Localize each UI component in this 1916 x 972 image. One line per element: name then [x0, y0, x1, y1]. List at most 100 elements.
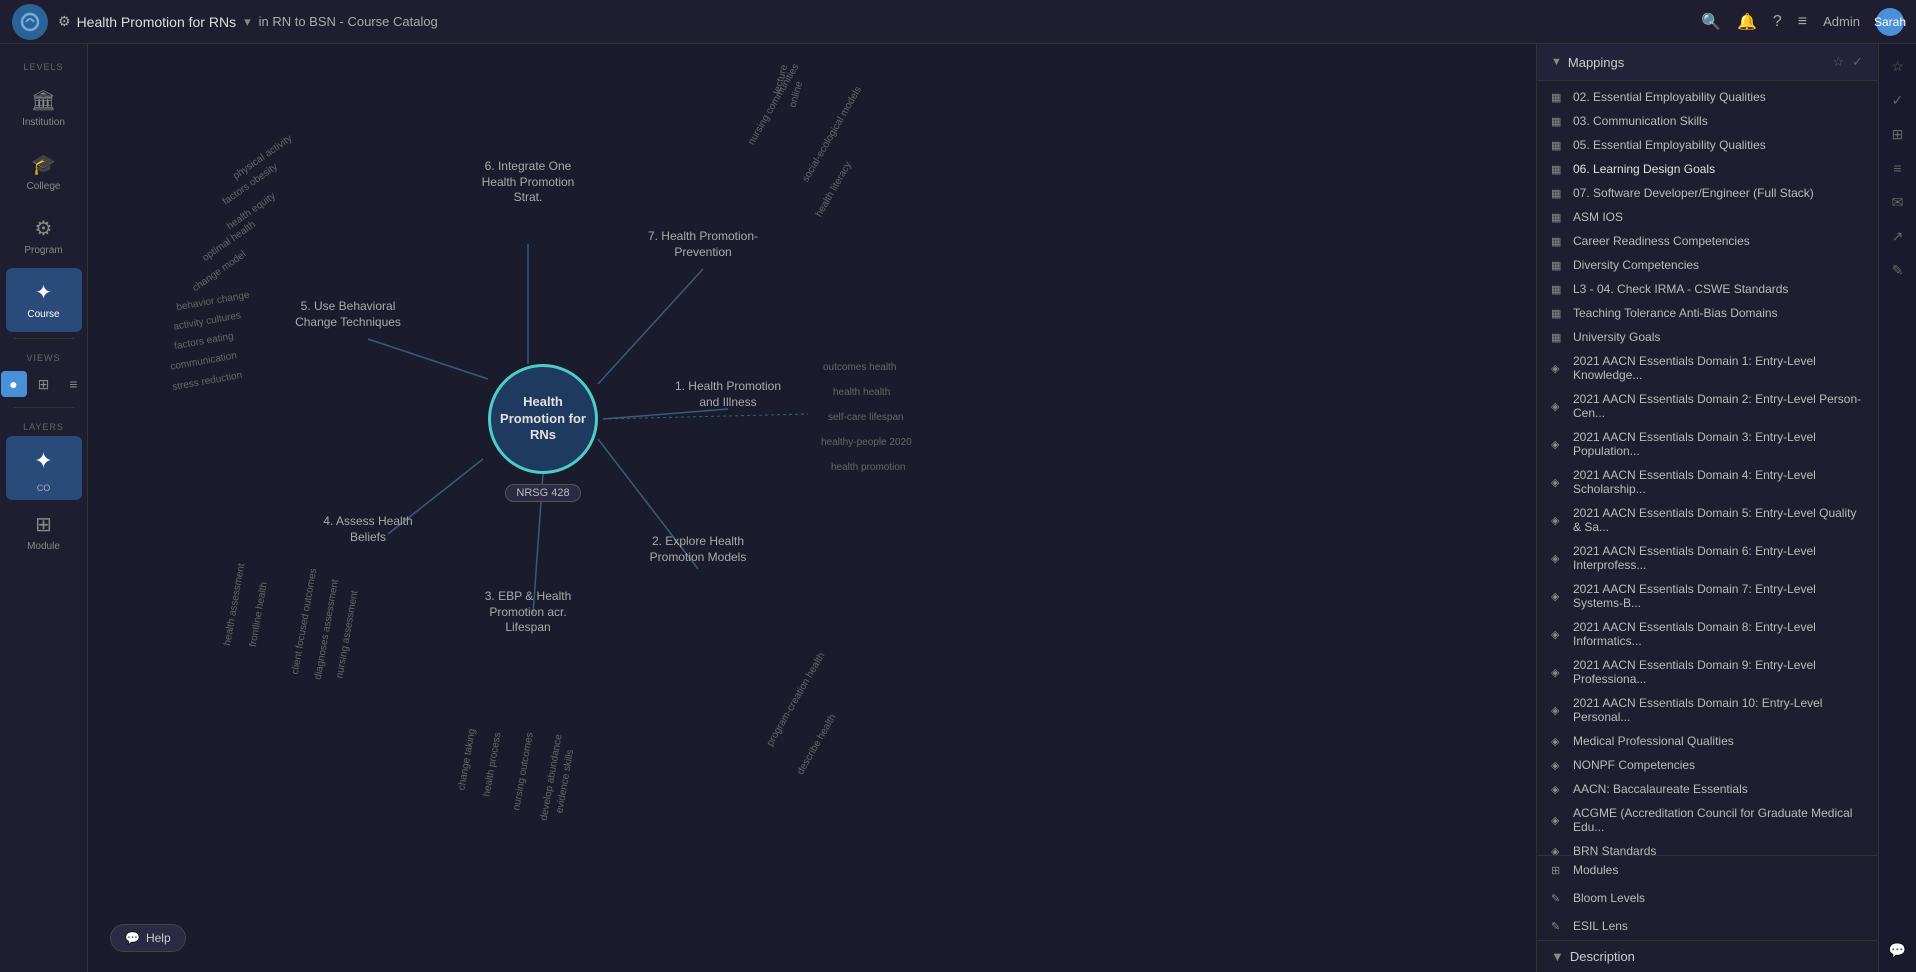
mappings-title: Mappings: [1568, 55, 1624, 70]
branch-node-6[interactable]: 6. Integrate One Health Promotion Strat.: [468, 159, 588, 206]
help-button[interactable]: 💬 Help: [110, 924, 186, 952]
branch-node-3[interactable]: 3. EBP & Health Promotion acr. Lifespan: [468, 589, 588, 636]
page-title: Health Promotion for RNs: [77, 14, 237, 30]
branch-node-2[interactable]: 2. Explore Health Promotion Models: [638, 534, 758, 565]
right-icon-chat[interactable]: 💬: [1884, 936, 1912, 964]
layers-item-co[interactable]: ✦ CO: [6, 436, 82, 500]
mapping-item-m24[interactable]: ◈AACN: Baccalaureate Essentials: [1537, 777, 1877, 801]
mappings-header[interactable]: ▼ Mappings ☆ ✓: [1537, 44, 1877, 81]
central-node[interactable]: Health Promotion for RNs: [488, 364, 598, 474]
branch-node-5[interactable]: 5. Use Behavioral Change Techniques: [288, 299, 408, 330]
mapping-item-m8[interactable]: ▦Diversity Competencies: [1537, 253, 1877, 277]
branch-node-1[interactable]: 1. Health Promotion and Illness: [668, 379, 788, 410]
right-icon-list[interactable]: ≡: [1884, 154, 1912, 182]
user-avatar[interactable]: Sarah: [1876, 8, 1904, 36]
mapping-item-m25[interactable]: ◈ACGME (Accreditation Council for Gradua…: [1537, 801, 1877, 839]
layers-item-module[interactable]: ⊞ Module: [6, 500, 82, 564]
mapping-label-m7: Career Readiness Competencies: [1573, 234, 1750, 248]
mapping-icon-m9: ▦: [1551, 283, 1565, 296]
mappings-check-icon[interactable]: ✓: [1852, 54, 1863, 70]
mapping-item-m11[interactable]: ▦University Goals: [1537, 325, 1877, 349]
mapping-item-m21[interactable]: ◈2021 AACN Essentials Domain 10: Entry-L…: [1537, 691, 1877, 729]
mapping-item-m15[interactable]: ◈ 2021 AACN Essentials Domain 4: Entry-Le…: [1537, 463, 1877, 501]
mapping-label-m1: 02. Essential Employability Qualities: [1573, 90, 1766, 104]
description-header[interactable]: ▼ Description: [1551, 949, 1863, 964]
mapping-item-m5[interactable]: ▦07. Software Developer/Engineer (Full S…: [1537, 181, 1877, 205]
mapping-item-m4[interactable]: ▦06. Learning Design Goals: [1537, 157, 1877, 181]
search-icon[interactable]: 🔍: [1701, 12, 1721, 32]
mapping-item-m1[interactable]: ▦02. Essential Employability Qualities: [1537, 85, 1877, 109]
mapping-label-m20: 2021 AACN Essentials Domain 9: Entry-Lev…: [1573, 658, 1863, 686]
college-label: College: [27, 181, 61, 192]
help-icon[interactable]: ?: [1773, 13, 1782, 31]
sidebar-item-institution[interactable]: 🏛 Institution: [6, 76, 82, 140]
right-icon-check[interactable]: ✓: [1884, 86, 1912, 114]
mapping-item-m26[interactable]: ◈BRN Standards: [1537, 839, 1877, 855]
right-icon-edit[interactable]: ✎: [1884, 256, 1912, 284]
mapping-label-m16: 2021 AACN Essentials Domain 5: Entry-Lev…: [1573, 506, 1863, 534]
branch-node-4[interactable]: 4. Assess Health Beliefs: [308, 514, 428, 545]
mapping-icon-m15: ◈: [1551, 476, 1565, 489]
branch-node-7[interactable]: 7. Health Promotion-Prevention: [643, 229, 763, 260]
view-list[interactable]: ≡: [61, 371, 87, 397]
menu-icon[interactable]: ≡: [1798, 13, 1807, 31]
mapping-item-m19[interactable]: ◈2021 AACN Essentials Domain 8: Entry-Le…: [1537, 615, 1877, 653]
mapping-item-m17[interactable]: ◈ 2021 AACN Essentials Domain 6: Entry-Le…: [1537, 539, 1877, 577]
mapping-item-m3[interactable]: ▦05. Essential Employability Qualities: [1537, 133, 1877, 157]
mapping-icon-m2: ▦: [1551, 115, 1565, 128]
college-icon: 🎓: [31, 152, 56, 177]
topbar: ⚙ Health Promotion for RNs ▾ in RN to BS…: [0, 0, 1916, 44]
views-switcher: ● ⊞ ≡: [1, 371, 87, 397]
title-dropdown[interactable]: ▾: [244, 14, 251, 30]
mapping-item-m7[interactable]: ▦Career Readiness Competencies: [1537, 229, 1877, 253]
app-logo[interactable]: [12, 4, 48, 40]
mapping-label-m17: 2021 AACN Essentials Domain 6: Entry-Lev…: [1573, 544, 1863, 572]
keyword-communication: communication: [170, 350, 238, 373]
mapping-item-m12[interactable]: ◈2021 AACN Essentials Domain 1: Entry-Le…: [1537, 349, 1877, 387]
mapping-label-m3: 05. Essential Employability Qualities: [1573, 138, 1766, 152]
notifications-icon[interactable]: 🔔: [1737, 12, 1757, 32]
right-icon-grid[interactable]: ⊞: [1884, 120, 1912, 148]
right-icon-mail[interactable]: ✉: [1884, 188, 1912, 216]
right-icon-star[interactable]: ☆: [1884, 52, 1912, 80]
right-panel: ▼ Mappings ☆ ✓ ▦02. Essential Employabil…: [1536, 44, 1916, 972]
mapping-label-m15: 2021 AACN Essentials Domain 4: Entry-Lev…: [1573, 468, 1863, 496]
mapping-item-m10[interactable]: ▦Teaching Tolerance Anti-Bias Domains: [1537, 301, 1877, 325]
mapping-item-m23[interactable]: ◈NONPF Competencies: [1537, 753, 1877, 777]
mapping-item-m14[interactable]: ◈ 2021 AACN Essentials Domain 3: Entry-Le…: [1537, 425, 1877, 463]
mappings-list[interactable]: ▦02. Essential Employability Qualities▦0…: [1537, 81, 1877, 855]
mapping-item-m16[interactable]: ◈2021 AACN Essentials Domain 5: Entry-Le…: [1537, 501, 1877, 539]
mapping-icon-m26: ◈: [1551, 845, 1565, 856]
mapping-icon-m20: ◈: [1551, 666, 1565, 679]
keyword-self-care: self-care lifespan: [828, 412, 904, 423]
sidebar-item-course[interactable]: ✦ Course: [6, 268, 82, 332]
sidebar-item-program[interactable]: ⚙ Program: [6, 204, 82, 268]
mapping-item-m18[interactable]: ◈2021 AACN Essentials Domain 7: Entry-Le…: [1537, 577, 1877, 615]
mapping-item-m22[interactable]: ◈Medical Professional Qualities: [1537, 729, 1877, 753]
mapping-icon-m14: ◈: [1551, 438, 1565, 451]
main-canvas[interactable]: Health Promotion for RNs NRSG 428 1. Hea…: [88, 44, 1536, 972]
view-radial[interactable]: ●: [1, 371, 27, 397]
mapping-label-m22: Medical Professional Qualities: [1573, 734, 1734, 748]
bloom-levels-item[interactable]: ✎ Bloom Levels: [1537, 884, 1877, 912]
mapping-item-m13[interactable]: ◈2021 AACN Essentials Domain 2: Entry-Le…: [1537, 387, 1877, 425]
mapping-item-m9[interactable]: ▦L3 - 04. Check IRMA - CSWE Standards: [1537, 277, 1877, 301]
keyword-healthy-people: healthy-people 2020: [821, 437, 912, 448]
esil-lens-item[interactable]: ✎ ESIL Lens: [1537, 912, 1877, 940]
view-grid[interactable]: ⊞: [31, 371, 57, 397]
mappings-star-icon[interactable]: ☆: [1832, 54, 1844, 70]
right-icon-arrow[interactable]: ↗: [1884, 222, 1912, 250]
keyword-nursing-assessment: nursing assessment: [334, 590, 360, 679]
esil-label: ESIL Lens: [1573, 919, 1628, 933]
sidebar-divider-2: [14, 407, 74, 408]
modules-item[interactable]: ⊞ Modules: [1537, 855, 1877, 884]
mapping-icon-m17: ◈: [1551, 552, 1565, 565]
mapping-label-m14: 2021 AACN Essentials Domain 3: Entry-Lev…: [1573, 430, 1863, 458]
sidebar-item-college[interactable]: 🎓 College: [6, 140, 82, 204]
institution-label: Institution: [22, 117, 65, 128]
mapping-item-m2[interactable]: ▦03. Communication Skills: [1537, 109, 1877, 133]
mapping-item-m6[interactable]: ▦ASM IOS: [1537, 205, 1877, 229]
mapping-label-m12: 2021 AACN Essentials Domain 1: Entry-Lev…: [1573, 354, 1863, 382]
mapping-item-m20[interactable]: ◈ 2021 AACN Essentials Domain 9: Entry-Le…: [1537, 653, 1877, 691]
mappings-arrow: ▼: [1551, 56, 1562, 68]
